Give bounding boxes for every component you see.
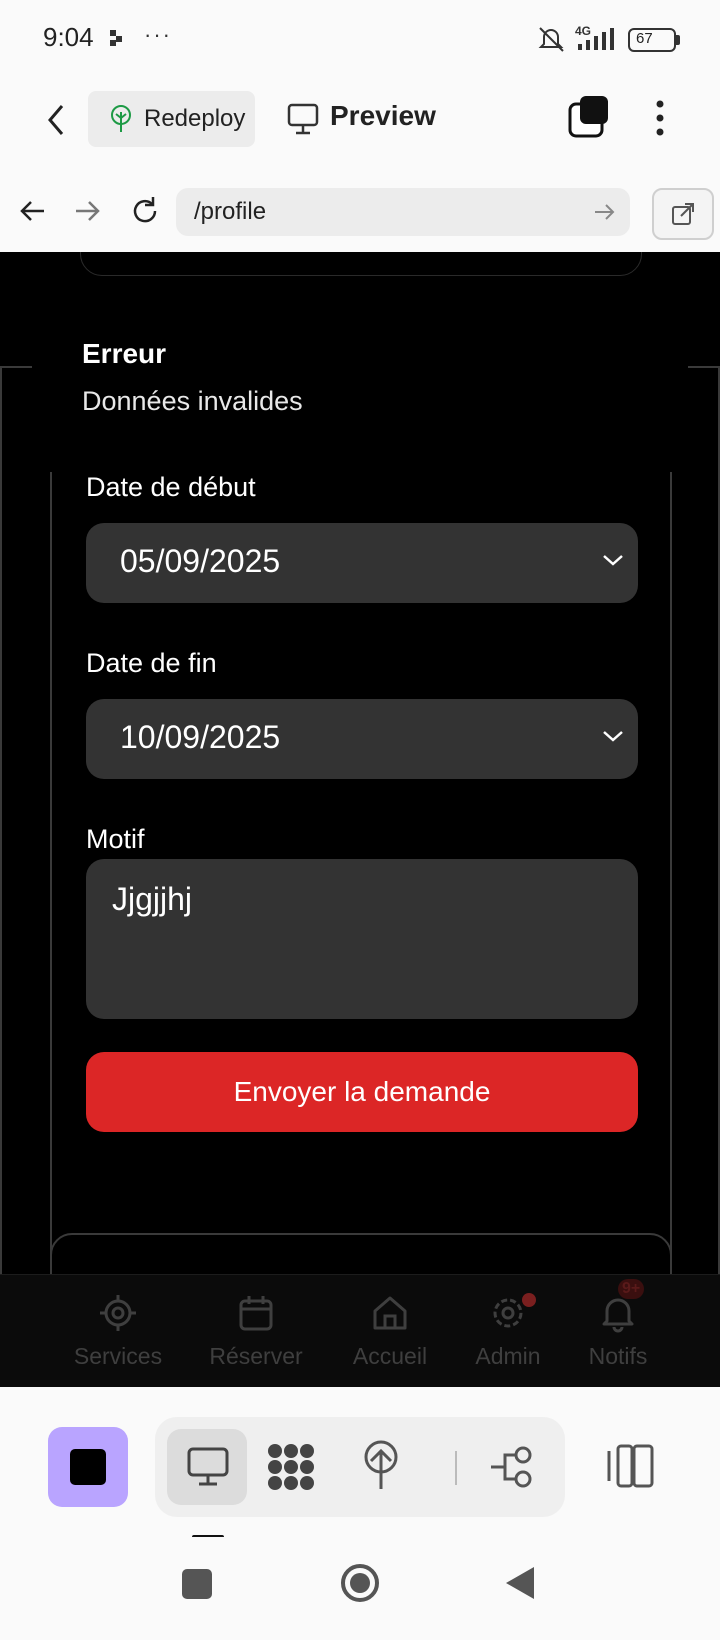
dev-toolbar <box>0 1387 720 1539</box>
tabs-icon[interactable] <box>566 94 612 140</box>
bell-icon <box>602 1298 634 1333</box>
battery-icon: 67 <box>628 28 680 52</box>
system-nav <box>0 1537 720 1640</box>
divider <box>0 366 32 368</box>
notif-badge: 9+ <box>618 1279 645 1299</box>
go-arrow-icon[interactable] <box>592 200 616 224</box>
divider <box>0 366 2 1387</box>
bottom-tab-nav: Services Réserver Accueil Admin Notifs 9… <box>0 1274 720 1387</box>
back-triangle-icon[interactable] <box>504 1565 538 1601</box>
back-icon[interactable] <box>18 196 48 226</box>
monitor-icon <box>287 103 319 135</box>
error-message: Données invalides <box>82 386 303 416</box>
tree-icon[interactable] <box>359 1439 403 1491</box>
preview-mode-button[interactable] <box>167 1429 247 1505</box>
url-text: /profile <box>194 198 267 225</box>
end-date-value: 10/09/2025 <box>120 719 281 755</box>
preview-title[interactable]: Preview <box>330 100 436 132</box>
redeploy-button[interactable]: Redeploy <box>88 91 255 147</box>
tab-reserver[interactable]: Réserver <box>196 1275 316 1387</box>
grid-dots-icon[interactable] <box>265 1441 317 1493</box>
reason-textarea[interactable]: Jjgjjhj <box>86 859 638 1019</box>
signal-icon <box>578 28 614 50</box>
tab-services-label: Services <box>73 1343 163 1369</box>
start-date-value: 05/09/2025 <box>120 543 281 579</box>
url-bar[interactable]: /profile <box>176 188 630 236</box>
mute-bell-icon <box>538 27 564 52</box>
tab-admin-label: Admin <box>475 1343 541 1369</box>
previous-card <box>80 252 642 276</box>
end-date-select[interactable]: 10/09/2025 <box>86 699 638 779</box>
tab-notifs-label: Notifs <box>588 1343 648 1369</box>
open-external-button[interactable] <box>652 188 714 240</box>
home-icon <box>373 1296 407 1330</box>
view-mode-group <box>155 1417 565 1517</box>
status-time: 9:04 <box>43 22 94 52</box>
stop-icon <box>70 1449 106 1485</box>
end-date-label: Date de fin <box>86 648 217 678</box>
divider <box>688 366 720 368</box>
start-date-label: Date de début <box>86 472 256 502</box>
home-circle-icon[interactable] <box>340 1563 380 1603</box>
panel-icon[interactable] <box>606 1443 656 1489</box>
tab-reserver-label: Réserver <box>209 1343 303 1369</box>
reason-label: Motif <box>86 824 145 854</box>
monitor-icon <box>187 1447 229 1486</box>
forward-icon[interactable] <box>72 196 102 226</box>
calendar-icon <box>239 1296 273 1331</box>
media-icon <box>110 30 122 46</box>
web-content: Erreur Données invalides Date de début 0… <box>0 252 720 1387</box>
share-nodes-icon[interactable] <box>489 1445 535 1489</box>
divider <box>455 1451 457 1485</box>
chevron-down-icon <box>603 555 623 566</box>
battery-level: 67 <box>636 30 653 47</box>
error-title: Erreur <box>82 338 167 369</box>
browser-bar: /profile <box>0 170 720 254</box>
stop-button[interactable] <box>48 1427 128 1507</box>
tab-accueil-label: Accueil <box>352 1343 428 1369</box>
status-more: ··· <box>144 22 172 47</box>
submit-request-button[interactable]: Envoyer la demande <box>86 1052 638 1132</box>
open-external-icon <box>672 203 694 225</box>
services-gear-icon <box>100 1295 136 1331</box>
back-arrow-icon[interactable] <box>42 100 72 140</box>
recents-square-icon[interactable] <box>182 1569 212 1599</box>
chevron-down-icon <box>603 731 623 742</box>
reason-value: Jjgjjhj <box>112 881 193 917</box>
status-bar: 9:04 ··· 4G 67 <box>0 0 720 78</box>
start-date-select[interactable]: 05/09/2025 <box>86 523 638 603</box>
more-vertical-icon[interactable] <box>648 96 672 140</box>
reload-icon[interactable] <box>128 194 162 228</box>
tab-accueil[interactable]: Accueil <box>330 1275 450 1387</box>
admin-badge-dot <box>522 1293 536 1307</box>
tab-services[interactable]: Services <box>58 1275 178 1387</box>
tab-admin[interactable]: Admin <box>448 1275 568 1387</box>
tree-icon <box>111 105 131 132</box>
app-header: Redeploy Preview <box>0 78 720 171</box>
redeploy-label: Redeploy <box>144 105 246 132</box>
